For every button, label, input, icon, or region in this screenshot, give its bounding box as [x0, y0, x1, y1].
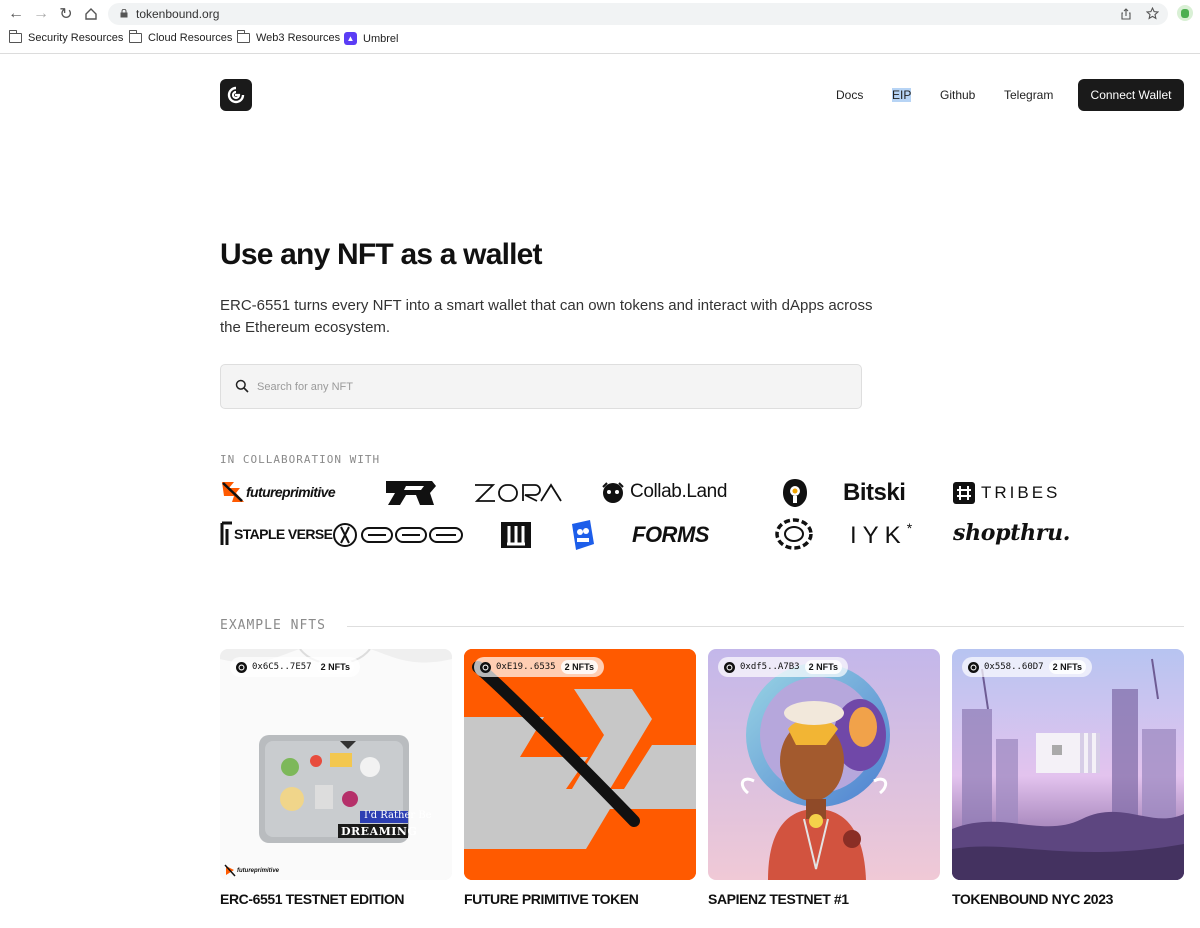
reload-icon[interactable]: ↻: [56, 4, 76, 24]
zora-logo-icon: [474, 483, 562, 502]
folder-icon: [128, 30, 142, 43]
bookmark-star-icon[interactable]: [1146, 7, 1159, 20]
nft-card-erc6551-testnet[interactable]: I'd Rather Be DREAMING futureprimitive 0…: [220, 649, 452, 880]
nft-badge: 0x6C5..7E57 2 NFTs: [230, 657, 360, 677]
partner-shopthru[interactable]: shopthru.: [953, 520, 1070, 546]
shirt-brand-text: futureprimitive: [237, 868, 280, 874]
nyc-cityscape-artwork: [952, 649, 1184, 880]
staple-verse-logo-icon: [220, 521, 232, 545]
share-icon[interactable]: [1120, 8, 1132, 20]
example-nfts-label: EXAMPLE NFTS: [220, 618, 326, 633]
tokenbound-logo[interactable]: [220, 79, 252, 111]
nft-card-title[interactable]: FUTURE PRIMITIVE TOKEN: [464, 891, 639, 907]
r-brand-logo-icon: [386, 481, 436, 505]
partner-circle-logo[interactable]: [774, 517, 814, 551]
bookmark-web3-resources[interactable]: Web3 Resources: [236, 30, 340, 44]
partner-forms[interactable]: FORMS: [632, 522, 709, 548]
partner-collab-land[interactable]: Collab.Land: [600, 481, 727, 503]
tokenbound-logo-icon: [480, 661, 491, 673]
w-brand-logo-icon: [501, 522, 531, 548]
bookmark-cloud-resources[interactable]: Cloud Resources: [128, 30, 232, 44]
partner-tribes[interactable]: TRIBES: [953, 482, 1060, 504]
nft-count-badge: 2 NFTs: [316, 660, 354, 674]
tshirt-artwork: [220, 649, 452, 880]
partner-badge-logo[interactable]: [782, 478, 808, 508]
partner-w-logo[interactable]: [501, 522, 531, 548]
folder-icon: [236, 30, 250, 43]
section-divider: [347, 626, 1184, 627]
nft-card-title[interactable]: TOKENBOUND NYC 2023: [952, 891, 1113, 907]
address-bar[interactable]: tokenbound.org: [108, 3, 1168, 25]
connect-wallet-button[interactable]: Connect Wallet: [1078, 79, 1184, 111]
bookmarks-bar: Security Resources Cloud Resources Web3 …: [0, 29, 1200, 49]
hero-title: Use any NFT as a wallet: [220, 238, 543, 271]
partner-iyk[interactable]: IYK *: [850, 520, 913, 550]
partner-staple-verse[interactable]: STAPLE VERSE: [220, 521, 333, 547]
lock-icon: [120, 9, 128, 18]
nft-card-sapienz[interactable]: 0xdf5..A7B3 2 NFTs: [708, 649, 940, 880]
nft-search-box[interactable]: [220, 364, 862, 409]
umbrel-icon: ▲: [344, 32, 357, 45]
search-icon: [235, 379, 249, 393]
nft-count-badge: 2 NFTs: [1048, 660, 1086, 674]
nft-card-title[interactable]: SAPIENZ TESTNET #1: [708, 891, 849, 907]
tokenbound-logo-icon: [724, 661, 735, 673]
partner-bitski[interactable]: Bitski: [843, 479, 906, 507]
nav-docs[interactable]: Docs: [836, 88, 863, 102]
forward-icon[interactable]: →: [31, 4, 51, 24]
sticker-text-2: DREAMING: [341, 825, 418, 838]
nft-card-tokenbound-nyc[interactable]: 0x558..60D7 2 NFTs: [952, 649, 1184, 880]
partner-r-logo[interactable]: [386, 481, 436, 505]
search-input[interactable]: [257, 377, 817, 397]
sapienz-artwork: [708, 649, 940, 880]
partner-zora[interactable]: [473, 482, 563, 504]
hero-subtitle: ERC-6551 turns every NFT into a smart wa…: [220, 297, 873, 336]
nft-badge: 0xE19..6535 2 NFTs: [474, 657, 604, 677]
tokenbound-logo-icon: [968, 661, 979, 673]
browser-chrome: ← → ↻ tokenbound.org Security Resources …: [0, 0, 1200, 54]
nft-card-title[interactable]: ERC-6551 TESTNET EDITION: [220, 891, 405, 907]
nft-count-badge: 2 NFTs: [560, 660, 598, 674]
tokenbound-logo-icon: [227, 86, 245, 104]
nav-telegram[interactable]: Telegram: [1004, 88, 1053, 102]
nft-address: 0x6C5..7E57: [252, 662, 312, 672]
bookmark-umbrel[interactable]: ▲ Umbrel: [344, 32, 398, 45]
home-icon[interactable]: [81, 4, 101, 24]
nft-address: 0xE19..6535: [496, 662, 556, 672]
collab-land-logo-icon: [602, 482, 624, 503]
nft-badge: 0x558..60D7 2 NFTs: [962, 657, 1092, 677]
bookmark-security-resources[interactable]: Security Resources: [8, 30, 123, 44]
nft-address: 0x558..60D7: [984, 662, 1044, 672]
nft-count-badge: 2 NFTs: [804, 660, 842, 674]
circle-text-logo-icon: [775, 518, 813, 550]
partner-futureprimitive[interactable]: futureprimitive: [220, 480, 336, 504]
blue-brand-logo-icon: [572, 520, 594, 550]
folder-icon: [8, 30, 22, 43]
nav-eip[interactable]: EIP: [892, 88, 912, 102]
888-logo-icon: [333, 523, 463, 547]
url-text: tokenbound.org: [136, 7, 220, 21]
tokenbound-logo-icon: [236, 661, 247, 673]
sticker-text: I'd Rather Be: [364, 810, 432, 821]
futureprimitive-logo-icon: [222, 482, 244, 502]
nft-badge: 0xdf5..A7B3 2 NFTs: [718, 657, 848, 677]
collaboration-label: IN COLLABORATION WITH: [220, 453, 381, 466]
nft-card-future-primitive[interactable]: 0xE19..6535 2 NFTs: [464, 649, 696, 880]
extension-icon[interactable]: [1177, 5, 1193, 21]
back-icon[interactable]: ←: [6, 4, 26, 24]
partner-blue-logo[interactable]: [570, 520, 594, 550]
nav-github[interactable]: Github: [940, 88, 975, 102]
nft-address: 0xdf5..A7B3: [740, 662, 800, 672]
asterisk-mark: *: [906, 520, 913, 536]
shield-badge-logo-icon: [783, 479, 807, 507]
tribes-logo-icon: [953, 482, 975, 504]
partner-888-logo[interactable]: [332, 521, 464, 549]
future-primitive-artwork: [464, 649, 696, 880]
